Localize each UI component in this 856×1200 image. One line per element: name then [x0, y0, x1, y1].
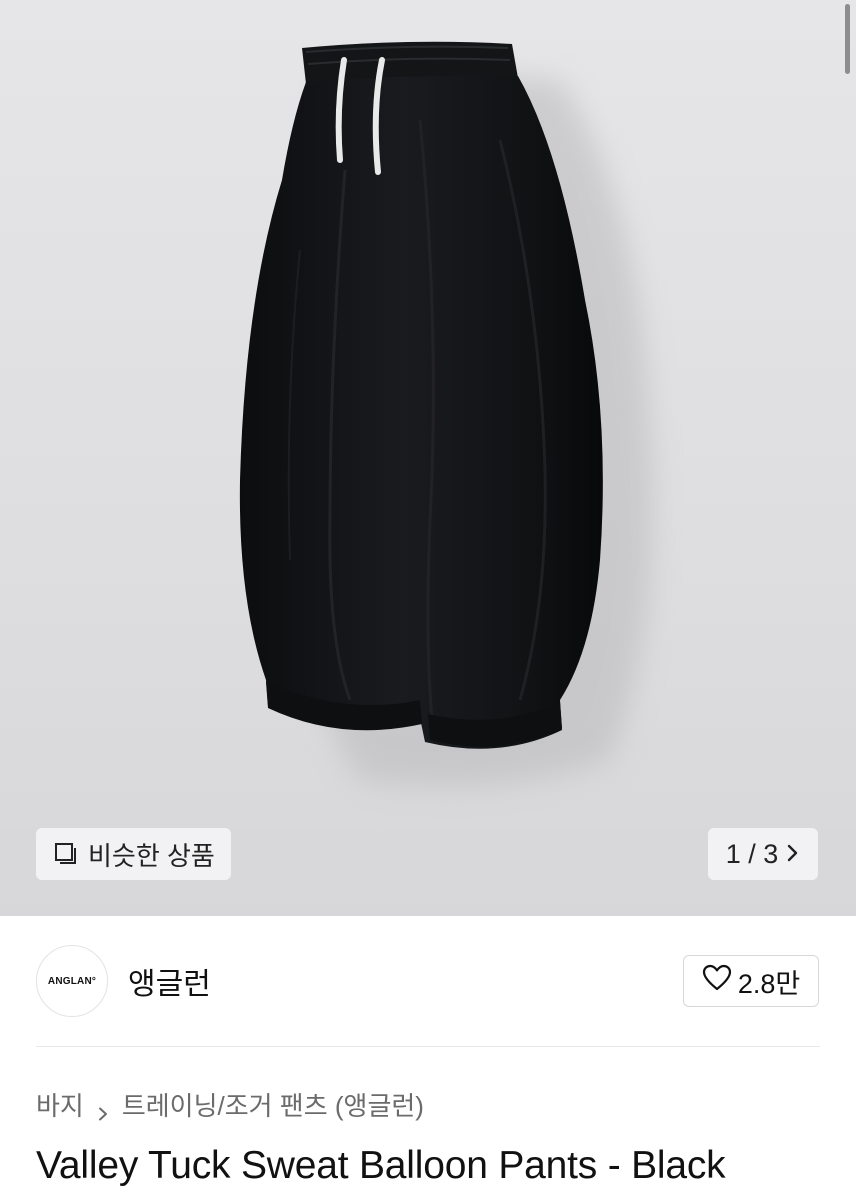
breadcrumb-item-category[interactable]: 바지	[36, 1086, 84, 1123]
similar-products-icon	[54, 842, 78, 866]
chevron-right-icon[interactable]	[786, 839, 800, 870]
breadcrumb-item-subcategory[interactable]: 트레이닝/조거 팬츠 (앵글런)	[122, 1086, 424, 1123]
chevron-right-icon	[96, 1097, 110, 1121]
page-indicator: 1 / 3	[725, 838, 779, 869]
brand-name[interactable]: 앵글런	[128, 959, 211, 1003]
breadcrumb: 바지 트레이닝/조거 팬츠 (앵글런)	[36, 1084, 424, 1124]
product-image	[239, 41, 654, 787]
divider	[36, 1046, 820, 1047]
similar-products-button[interactable]: 비슷한 상품	[36, 828, 231, 880]
brand-logo-text: ANGLAN°	[47, 975, 97, 987]
image-pager[interactable]: 1 / 3	[708, 828, 818, 880]
similar-products-label: 비슷한 상품	[88, 840, 215, 871]
heart-icon	[702, 964, 732, 999]
product-image-gallery[interactable]: 비슷한 상품 1 / 3	[0, 0, 856, 916]
product-title: Valley Tuck Sweat Balloon Pants - Black	[36, 1144, 726, 1187]
scrollbar-thumb[interactable]	[845, 4, 850, 74]
like-button[interactable]: 2.8만	[683, 955, 819, 1007]
brand-logo[interactable]: ANGLAN°	[36, 945, 108, 1017]
like-count: 2.8만	[737, 968, 801, 999]
